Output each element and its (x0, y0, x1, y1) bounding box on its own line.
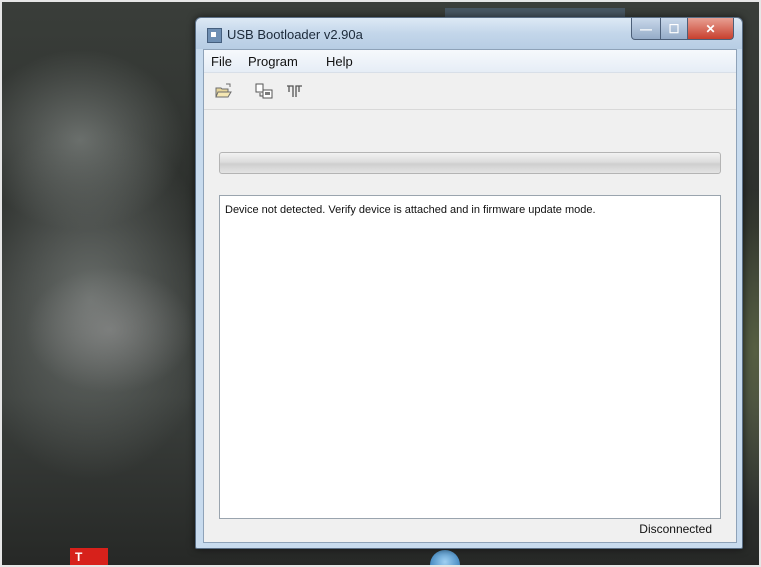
program-device-button[interactable] (254, 81, 274, 101)
progress-bar (219, 152, 721, 174)
desktop-shortcut-label: T (75, 550, 83, 564)
log-output[interactable]: Device not detected. Verify device is at… (219, 195, 721, 519)
menu-program[interactable]: Program (248, 54, 298, 69)
minimize-icon: — (640, 21, 652, 36)
open-file-icon (215, 83, 232, 98)
reset-device-button[interactable] (284, 81, 304, 101)
connection-status: Disconnected (639, 522, 712, 536)
title-bar[interactable]: USB Bootloader v2.90a — ☐ ✕ (196, 18, 742, 49)
caption-buttons: — ☐ ✕ (631, 18, 734, 40)
close-icon: ✕ (705, 21, 716, 36)
desktop-shortcut-icon[interactable]: T (70, 548, 108, 567)
open-file-button[interactable] (214, 81, 234, 101)
toolbar (204, 73, 736, 110)
app-icon[interactable] (207, 28, 222, 43)
program-device-icon (255, 83, 273, 99)
maximize-icon: ☐ (668, 21, 680, 36)
reset-device-icon (287, 85, 302, 97)
menu-help[interactable]: Help (326, 54, 353, 69)
client-area: File Program Help Device not detected. V… (203, 49, 737, 543)
menu-file[interactable]: File (211, 54, 232, 69)
window-title: USB Bootloader v2.90a (227, 27, 363, 42)
maximize-button[interactable]: ☐ (661, 18, 688, 40)
log-message: Device not detected. Verify device is at… (225, 204, 596, 216)
bootloader-window: USB Bootloader v2.90a — ☐ ✕ File Program… (195, 17, 743, 549)
close-button[interactable]: ✕ (688, 18, 734, 40)
menu-bar: File Program Help (204, 50, 736, 73)
minimize-button[interactable]: — (631, 18, 661, 40)
